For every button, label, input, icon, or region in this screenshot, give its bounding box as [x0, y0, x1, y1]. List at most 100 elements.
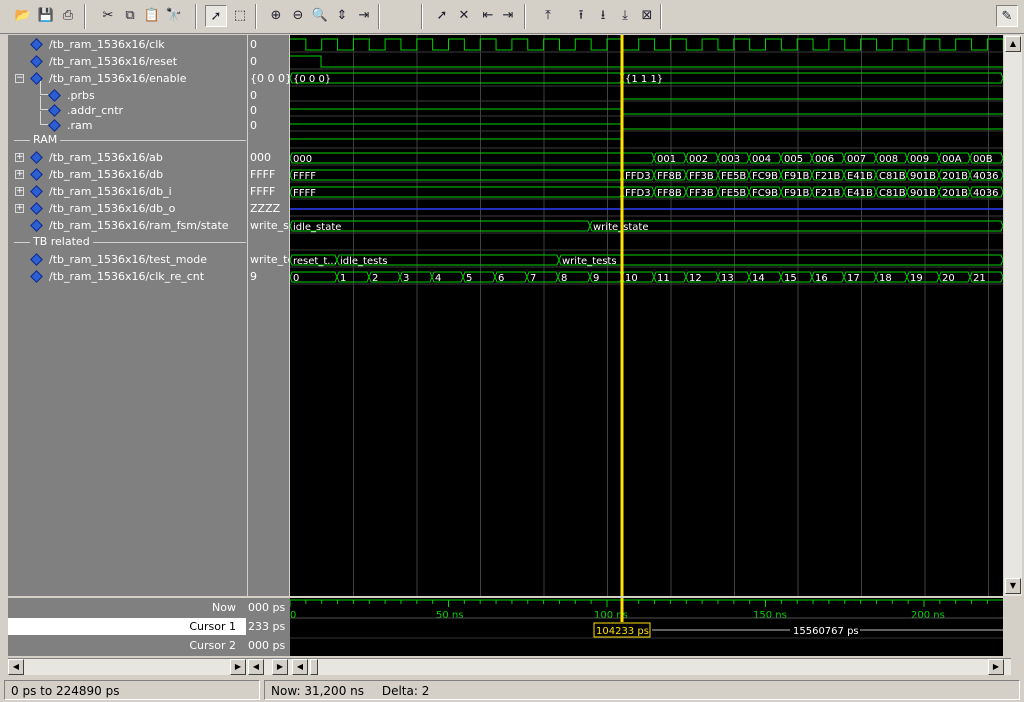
test-mode-segment [558, 254, 1003, 266]
db-label: 4036 [973, 171, 998, 182]
toolbar-separator [255, 4, 257, 29]
zoom-in-icon[interactable]: ⊕ [265, 5, 287, 27]
db-i-label: FFFF [293, 188, 316, 199]
zoom-cursor-icon[interactable]: ⇕ [331, 5, 353, 27]
horizontal-scrollbar[interactable]: ◀ ▶ ◀ ▶ ◀ ▶ [8, 658, 1011, 675]
enable-segment [621, 72, 1003, 84]
signal-value: 000 [250, 151, 271, 164]
names-scroll-left-icon[interactable]: ◀ [8, 659, 24, 675]
signal-name[interactable]: /tb_ram_1536x16/db_i [49, 183, 172, 200]
save-icon[interactable]: 💾 [35, 5, 57, 27]
clk-re-cnt-label: 10 [625, 273, 638, 284]
cursor-1-label[interactable]: Cursor 1 [8, 618, 246, 635]
paste-icon[interactable]: 📋 [141, 5, 163, 27]
clk-re-cnt-label: 14 [752, 273, 765, 284]
db-label: FC9B [752, 171, 778, 182]
signal-icon [48, 119, 61, 132]
cut-icon[interactable]: ✂ [97, 5, 119, 27]
now-status: Now: 31,200 ns [271, 684, 364, 698]
expand-icon[interactable]: + [15, 170, 24, 179]
find-next-edge-icon[interactable]: ⭳ [592, 5, 614, 27]
zoom-fit-icon[interactable]: ⇥ [353, 5, 375, 27]
now-value: 000 ps [248, 601, 286, 614]
test-mode-label: reset_t... [293, 256, 337, 267]
print-icon[interactable]: ⎙ [57, 5, 79, 27]
db-label: FFD3 [625, 171, 651, 182]
wave-scroll-left-icon[interactable]: ◀ [292, 659, 308, 675]
cursor-delta: 15560767 ps [793, 626, 859, 637]
signal-name[interactable]: /tb_ram_1536x16/ram_fsm/state [49, 217, 229, 234]
signal-name[interactable]: /tb_ram_1536x16/test_mode [49, 251, 207, 268]
zoom-full-icon[interactable]: 🔍 [309, 5, 331, 27]
waveform-pane[interactable]: {0 0 0} {1 1 1} 000 001 002 003 004 005 006 007 00… [290, 35, 1003, 596]
db-i-label: FFD3 [625, 188, 651, 199]
clk-re-cnt-label: 2 [372, 273, 378, 284]
db-label: FF3B [689, 171, 714, 182]
find-prev-edge-icon[interactable]: ⭱ [570, 5, 592, 27]
add-cursor-icon[interactable]: ➚ [431, 5, 453, 27]
signal-icon [30, 38, 43, 51]
open-icon[interactable]: 📂 [12, 5, 34, 27]
signal-value: ZZZZ [250, 202, 281, 215]
test-mode-label: idle_tests [340, 256, 387, 267]
find-first-edge-icon[interactable]: ⤒ [537, 5, 559, 27]
signal-name[interactable]: .ram [67, 117, 92, 134]
prev-cursor-icon[interactable]: ⇤ [477, 5, 499, 27]
toolbar: 📂 💾 ⎙ ✂ ⧉ 📋 🔭 ➚ ⬚ ⊕ ⊖ 🔍 ⇕ ⇥ ➚ ✕ ⇤ ⇥ ⤒ ⭱ ⭳ ⤓ ⊠ ✎ [0, 0, 1024, 34]
find-icon[interactable]: 🔭 [163, 5, 185, 27]
zoom-mode-icon[interactable]: ⬚ [229, 5, 251, 27]
signal-name[interactable]: /tb_ram_1536x16/db [49, 166, 163, 183]
values-scroll-right-icon[interactable]: ▶ [272, 659, 288, 675]
time-ruler[interactable]: 0 50 ns 100 ns 150 ns 200 ns 104233 ps 1556076… [290, 598, 1003, 656]
clk-re-cnt-label: 13 [721, 273, 734, 284]
clk-re-cnt-label: 3 [403, 273, 409, 284]
enable-label: {1 1 1} [625, 74, 663, 85]
wave-scroll-thumb[interactable] [310, 659, 318, 675]
db-label: E41B [847, 171, 873, 182]
scroll-down-icon[interactable]: ▼ [1005, 578, 1021, 594]
clk-waveform [290, 38, 1003, 51]
names-scroll-right-icon[interactable]: ▶ [230, 659, 246, 675]
signal-value: 0 [250, 38, 257, 51]
signal-value: 9 [250, 270, 257, 283]
db-segment [290, 169, 623, 181]
expand-icon[interactable]: + [15, 187, 24, 196]
time-ruler-canvas[interactable]: 0 50 ns 100 ns 150 ns 200 ns104233 ps 1556076… [290, 598, 1003, 656]
cursor-2-label[interactable]: Cursor 2 [8, 637, 246, 654]
copy-icon[interactable]: ⧉ [119, 5, 141, 27]
signal-name[interactable]: /tb_ram_1536x16/ab [49, 149, 163, 166]
sim-time-status: Now: 31,200 ns Delta: 2 [264, 680, 1020, 700]
signal-name[interactable]: /tb_ram_1536x16/enable [49, 70, 186, 87]
status-bar: 0 ps to 224890 ps Now: 31,200 ns Delta: … [0, 678, 1024, 702]
signal-names-pane: /tb_ram_1536x16/clk/tb_ram_1536x16/reset… [8, 35, 247, 596]
db-label: C81B [879, 171, 906, 182]
scroll-up-icon[interactable]: ▲ [1005, 36, 1021, 52]
zoom-out-icon[interactable]: ⊖ [287, 5, 309, 27]
vertical-scrollbar[interactable]: ▲ ▼ [1004, 35, 1022, 596]
signal-name[interactable]: /tb_ram_1536x16/reset [49, 53, 177, 70]
find-last-edge-icon[interactable]: ⤓ [614, 5, 636, 27]
next-cursor-icon[interactable]: ⇥ [497, 5, 519, 27]
collapse-icon[interactable]: − [15, 74, 24, 83]
time-range-status: 0 ps to 224890 ps [4, 680, 260, 700]
signal-value: write_st [250, 219, 289, 232]
select-mode-icon[interactable]: ➚ [205, 5, 227, 27]
signal-name[interactable]: /tb_ram_1536x16/clk [49, 36, 165, 53]
db-label: F91B [784, 171, 809, 182]
ab-label: 00A [942, 154, 962, 165]
signal-icon [30, 270, 43, 283]
expand-icon[interactable]: + [15, 204, 24, 213]
clear-edges-icon[interactable]: ⊠ [636, 5, 658, 27]
dock-icon[interactable]: ✎ [996, 5, 1018, 27]
clk-re-cnt-label: 4 [435, 273, 441, 284]
ab-label: 003 [721, 154, 740, 165]
values-scroll-left-icon[interactable]: ◀ [248, 659, 264, 675]
waveform-canvas[interactable]: {0 0 0} {1 1 1}000 001 002 003 004 005 006 007 00… [290, 35, 1003, 596]
signal-name[interactable]: /tb_ram_1536x16/db_o [49, 200, 175, 217]
delete-cursor-icon[interactable]: ✕ [453, 5, 475, 27]
signal-name[interactable]: /tb_ram_1536x16/clk_re_cnt [49, 268, 204, 285]
db-label: FE5B [721, 171, 746, 182]
ruler-tick-label: 50 ns [436, 610, 463, 621]
wave-scroll-right-icon[interactable]: ▶ [988, 659, 1004, 675]
expand-icon[interactable]: + [15, 153, 24, 162]
